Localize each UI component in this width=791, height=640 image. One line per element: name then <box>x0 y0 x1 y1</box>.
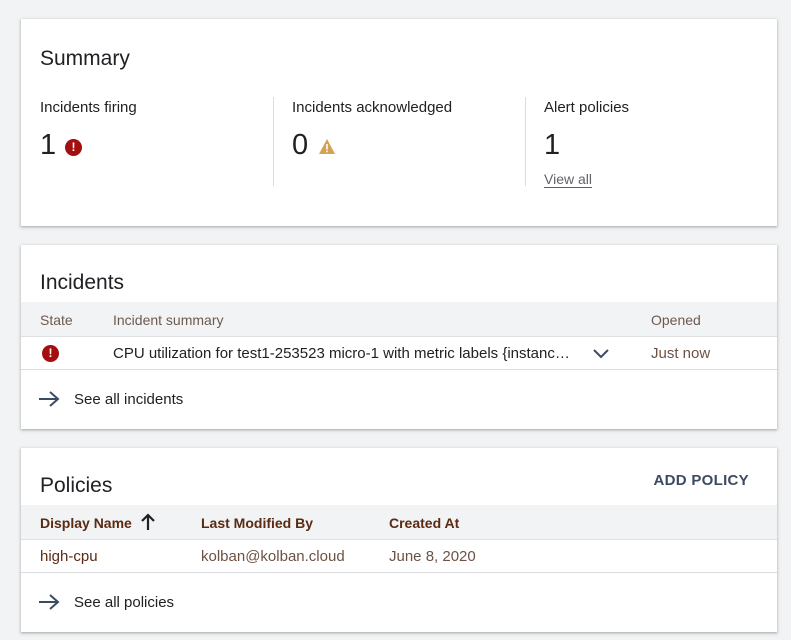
error-icon: ! <box>42 345 59 362</box>
stat-incidents-acknowledged: Incidents acknowledged 0 <box>292 99 522 186</box>
table-row[interactable]: high-cpu kolban@kolban.cloud June 8, 202… <box>21 539 777 573</box>
error-icon: ! <box>65 139 82 156</box>
stat-label: Incidents firing <box>40 99 137 116</box>
arrow-right-icon <box>39 391 60 407</box>
policy-created-at-cell: June 8, 2020 <box>389 548 476 565</box>
column-state: State <box>40 312 73 328</box>
arrow-up-icon[interactable] <box>140 513 156 531</box>
policies-table-header: Display Name Last Modified By Created At <box>21 505 777 539</box>
stat-label: Incidents acknowledged <box>292 99 453 116</box>
warning-icon <box>319 139 335 154</box>
incident-summary-cell[interactable]: CPU utilization for test1-253523 micro-1… <box>113 345 573 362</box>
summary-title: Summary <box>40 47 130 70</box>
arrow-right-icon <box>39 594 60 610</box>
table-row[interactable]: ! CPU utilization for test1-253523 micro… <box>21 336 777 370</box>
see-all-policies-label: See all policies <box>74 594 175 611</box>
incidents-table-header: State Incident summary Opened <box>21 302 777 336</box>
column-display-name[interactable]: Display Name <box>40 515 132 531</box>
policies-title: Policies <box>40 474 113 497</box>
stat-label: Alert policies <box>544 99 630 116</box>
column-opened: Opened <box>651 312 701 328</box>
stat-alert-policies: Alert policies 1 View all <box>544 99 764 188</box>
stat-divider <box>525 97 526 186</box>
policies-card: Policies ADD POLICY Display Name Last Mo… <box>21 448 777 632</box>
see-all-policies-link[interactable]: See all policies <box>38 591 238 615</box>
see-all-incidents-label: See all incidents <box>74 391 184 408</box>
column-last-modified-by[interactable]: Last Modified By <box>201 515 313 531</box>
policy-last-modified-cell: kolban@kolban.cloud <box>201 548 345 565</box>
add-policy-button[interactable]: ADD POLICY <box>653 472 749 489</box>
stat-divider <box>273 97 274 186</box>
chevron-down-icon[interactable] <box>592 348 610 360</box>
stat-value: 1 <box>40 129 57 161</box>
policy-display-name-cell[interactable]: high-cpu <box>40 548 98 565</box>
view-all-link[interactable]: View all <box>544 171 592 188</box>
column-incident-summary: Incident summary <box>113 312 224 328</box>
stat-incidents-firing: Incidents firing 1 ! <box>40 99 270 186</box>
incidents-card: Incidents State Incident summary Opened … <box>21 245 777 429</box>
column-created-at[interactable]: Created At <box>389 515 459 531</box>
see-all-incidents-link[interactable]: See all incidents <box>38 388 238 412</box>
stat-value: 0 <box>292 129 309 161</box>
stat-value: 1 <box>544 129 561 161</box>
incident-opened-cell: Just now <box>651 345 711 362</box>
incidents-title: Incidents <box>40 271 125 294</box>
summary-card: Summary Incidents firing 1 ! Incidents a… <box>21 19 777 226</box>
